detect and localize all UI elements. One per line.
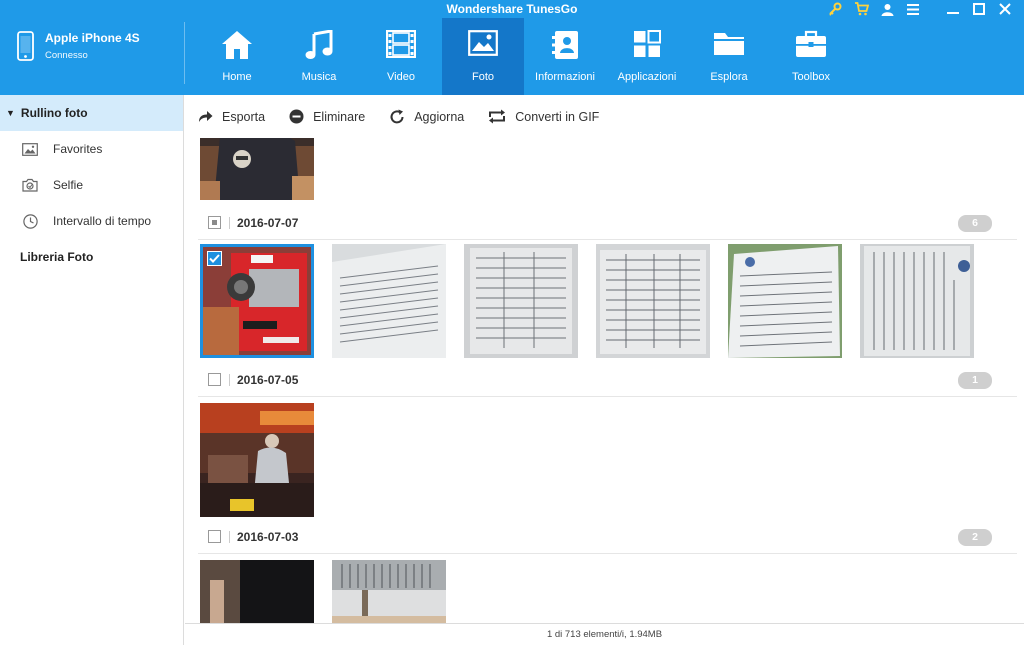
group-checkbox[interactable] [208, 530, 221, 543]
group-date: 2016-07-03 [237, 530, 299, 544]
folder-icon [688, 30, 770, 56]
nav-tab-info[interactable]: Informazioni [524, 18, 606, 95]
sidebar-item-favorites[interactable]: Favorites [0, 131, 183, 167]
nav-label: Home [222, 71, 252, 83]
controls-gap [926, 0, 940, 18]
nav-tab-music[interactable]: Musica [278, 18, 360, 95]
export-label: Esporta [222, 109, 266, 124]
image-icon [442, 30, 524, 56]
nav-label: Informazioni [535, 71, 595, 83]
device-status: Connesso [45, 50, 88, 61]
sidebar-item-label: Favorites [53, 142, 103, 156]
menu-icon[interactable] [900, 0, 926, 18]
group-date: 2016-07-07 [237, 216, 299, 230]
delete-icon [289, 109, 304, 124]
maximize-icon[interactable] [966, 0, 992, 18]
device-info[interactable]: Apple iPhone 4S Connesso [0, 18, 184, 95]
sidebar-item-time-lapse[interactable]: Intervallo di tempo [0, 203, 183, 239]
caret-down-icon: ▼ [6, 108, 15, 118]
selfie-camera-icon [20, 178, 40, 192]
group-checkbox[interactable] [208, 373, 221, 386]
main-nav: Home Musica Video Foto Informazioni Appl… [196, 18, 852, 95]
group-separator [198, 396, 1017, 397]
nav-tab-video[interactable]: Video [360, 18, 442, 95]
sidebar: ▼ Rullino foto Favorites Selfie Interval… [0, 95, 184, 645]
nav-tab-home[interactable]: Home [196, 18, 278, 95]
photo-thumbnail[interactable] [200, 403, 314, 517]
nav-label: Applicazioni [617, 71, 677, 83]
photo-thumbnail[interactable] [464, 244, 578, 358]
phone-icon [17, 31, 34, 66]
date-group-header: 2016-07-05 1 [198, 369, 1017, 397]
music-icon [278, 30, 360, 60]
photo-grid: 2016-07-07 6 2016-07-05 1 2016-07-03 2 [185, 138, 1024, 623]
group-separator [198, 239, 1017, 240]
group-count-badge: 6 [958, 215, 992, 232]
sidebar-item-label: Selfie [53, 178, 84, 192]
nav-label: Video [387, 71, 415, 83]
nav-tab-toolbox[interactable]: Toolbox [770, 18, 852, 95]
film-icon [360, 30, 442, 58]
photo-thumbnail[interactable] [200, 138, 314, 200]
briefcase-icon [770, 30, 852, 58]
group-divider [229, 374, 230, 386]
group-count-badge: 1 [958, 372, 992, 389]
minimize-icon[interactable] [940, 0, 966, 18]
clock-icon [20, 213, 40, 229]
user-icon[interactable] [874, 0, 900, 18]
export-icon [199, 111, 213, 122]
group-count-badge: 2 [958, 529, 992, 546]
group-checkbox[interactable] [208, 216, 221, 229]
export-button[interactable]: Esporta [198, 110, 265, 124]
photo-thumbnail[interactable] [860, 244, 974, 358]
home-icon [196, 30, 278, 60]
photo-thumbnail[interactable] [332, 244, 446, 358]
group-date: 2016-07-05 [237, 373, 299, 387]
date-group-header: 2016-07-03 2 [198, 526, 1017, 554]
photo-thumbnail[interactable] [596, 244, 710, 358]
sidebar-item-label: Libreria Foto [20, 250, 94, 264]
photo-thumbnail[interactable] [200, 244, 314, 358]
contacts-icon [524, 30, 606, 60]
device-name: Apple iPhone 4S [45, 31, 140, 45]
status-bar: 1 di 713 elementi/i, 1.94MB [185, 623, 1024, 645]
nav-tab-photo[interactable]: Foto [442, 18, 524, 95]
nav-label: Esplora [710, 71, 748, 83]
nav-tab-apps[interactable]: Applicazioni [606, 18, 688, 95]
picture-icon [20, 142, 40, 156]
sidebar-item-camera-roll[interactable]: ▼ Rullino foto [0, 95, 183, 131]
group-divider [229, 217, 230, 229]
refresh-icon [390, 109, 404, 123]
sidebar-item-selfie[interactable]: Selfie [0, 167, 183, 203]
photo-thumbnail[interactable] [728, 244, 842, 358]
sidebar-item-label: Rullino foto [20, 106, 88, 120]
photo-thumbnail[interactable] [200, 560, 314, 623]
title-bar: Wondershare TunesGo Apple iPhone 4S Conn [0, 0, 1024, 95]
nav-label: Foto [471, 71, 494, 83]
apps-grid-icon [606, 30, 688, 58]
repeat-icon [489, 109, 506, 124]
photo-thumbnail[interactable] [332, 560, 446, 623]
window-controls [822, 0, 1018, 18]
selected-checkmark-icon[interactable] [207, 251, 222, 266]
refresh-label: Aggiorna [414, 109, 465, 124]
toolbar: Esporta Eliminare Aggiorna Converti in G… [185, 95, 1024, 138]
date-group-header: 2016-07-07 6 [198, 212, 1017, 240]
group-divider [229, 531, 230, 543]
sidebar-item-photo-library[interactable]: Libreria Foto [0, 239, 183, 275]
delete-button[interactable]: Eliminare [289, 109, 365, 124]
nav-label: Musica [301, 71, 337, 83]
nav-tab-explore[interactable]: Esplora [688, 18, 770, 95]
sidebar-item-label: Intervallo di tempo [53, 214, 152, 228]
key-icon[interactable] [822, 0, 848, 18]
refresh-button[interactable]: Aggiorna [389, 109, 464, 125]
nav-label: Toolbox [792, 71, 830, 83]
convert-gif-button[interactable]: Converti in GIF [488, 109, 599, 124]
close-icon[interactable] [992, 0, 1018, 18]
cart-icon[interactable] [848, 0, 874, 18]
delete-label: Eliminare [313, 109, 366, 124]
convert-gif-label: Converti in GIF [515, 109, 600, 124]
header-divider [184, 22, 185, 84]
group-separator [198, 553, 1017, 554]
